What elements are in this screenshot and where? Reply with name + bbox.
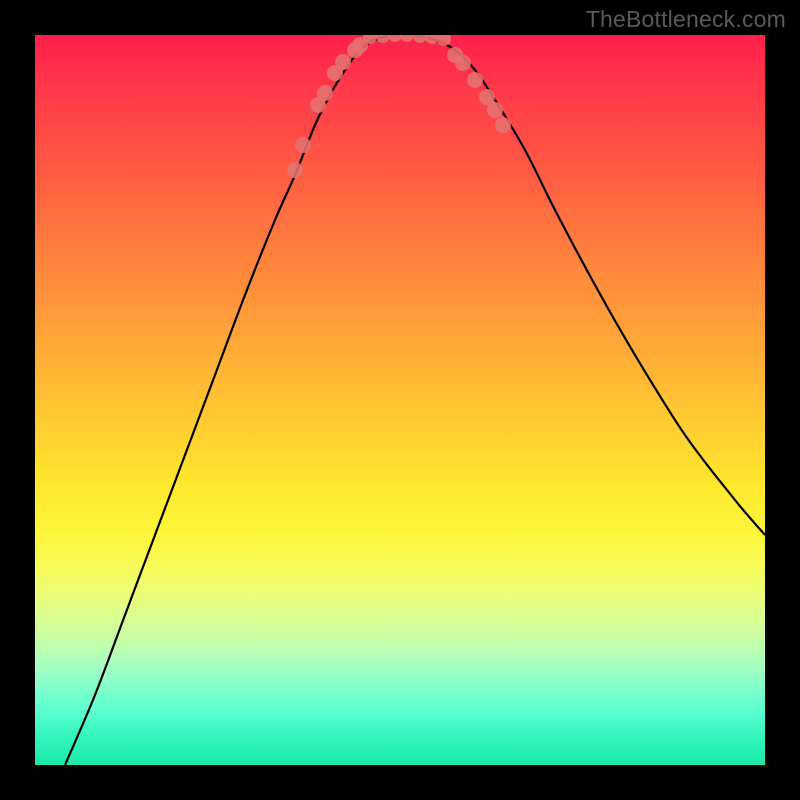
data-marker [287, 162, 303, 178]
data-marker [413, 35, 427, 43]
data-marker [388, 35, 402, 42]
data-marker [467, 72, 483, 88]
data-marker [495, 117, 511, 133]
data-marker [455, 55, 471, 71]
data-marker [317, 85, 333, 101]
data-marker [400, 35, 414, 42]
data-marker [335, 54, 351, 70]
data-marker [376, 35, 390, 43]
watermark-text: TheBottleneck.com [586, 6, 786, 33]
markers-left [287, 37, 368, 178]
data-marker [295, 137, 311, 153]
data-marker [437, 35, 451, 46]
markers-right [447, 47, 511, 133]
data-marker [425, 35, 439, 44]
bottleneck-curve [65, 35, 765, 765]
plot-area [35, 35, 765, 765]
data-marker [487, 102, 503, 118]
chart-frame: TheBottleneck.com [0, 0, 800, 800]
chart-svg [35, 35, 765, 765]
